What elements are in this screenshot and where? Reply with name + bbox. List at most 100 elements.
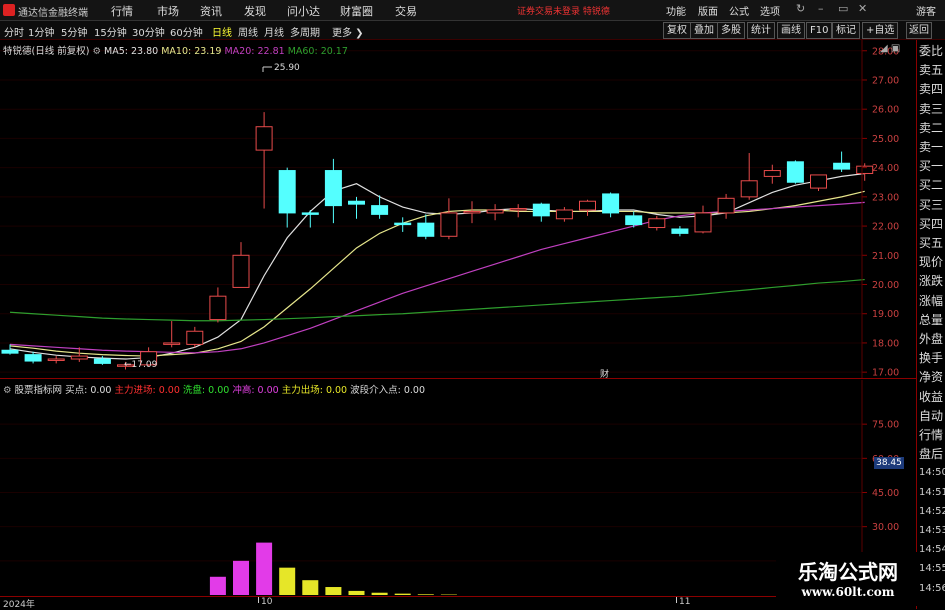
draw-line-button[interactable]: 画线	[777, 22, 805, 39]
side-panel-label[interactable]: 总量	[919, 313, 943, 327]
candle[interactable]	[325, 159, 341, 223]
candle[interactable]	[741, 153, 757, 200]
side-panel-label[interactable]: 14:53	[919, 524, 945, 538]
period-timeshare[interactable]: 分时	[4, 24, 24, 39]
minimize-icon[interactable]: –	[818, 2, 824, 15]
side-panel-label[interactable]: 14:51	[919, 486, 945, 500]
candle[interactable]	[787, 160, 803, 183]
restore-icon[interactable]: ▭	[838, 2, 848, 15]
candle[interactable]	[487, 204, 503, 220]
add-watchlist-button[interactable]: +自选	[862, 22, 898, 39]
price-chart[interactable]: 28.0027.0026.0025.0024.0023.0022.0021.00…	[0, 40, 916, 378]
menu-discover[interactable]: 发现	[244, 3, 266, 19]
side-panel-label[interactable]: 卖四	[919, 82, 943, 96]
indicator-settings-icon[interactable]: ⚙	[3, 385, 15, 396]
candle[interactable]	[187, 327, 203, 347]
side-panel-label[interactable]: 14:50	[919, 466, 945, 480]
expand-icon[interactable]: ▣	[891, 43, 900, 54]
side-panel-label[interactable]: 收益	[919, 390, 943, 404]
candle[interactable]	[256, 112, 272, 208]
period-multi[interactable]: 多周期	[290, 24, 320, 39]
candle[interactable]	[672, 226, 688, 236]
side-panel-label[interactable]: 委比	[919, 44, 943, 58]
side-panel-label[interactable]: 卖一	[919, 140, 943, 154]
period-monthly[interactable]: 月线	[264, 24, 284, 39]
candle[interactable]	[556, 207, 572, 222]
candle[interactable]	[834, 152, 850, 172]
period-60min[interactable]: 60分钟	[170, 24, 203, 39]
period-5min[interactable]: 5分钟	[61, 24, 87, 39]
ma60-label: MA60: 20.17	[288, 46, 348, 57]
mark-button[interactable]: 标记	[832, 22, 860, 39]
menu-options[interactable]: 选项	[760, 3, 780, 18]
stats-button[interactable]: 统计	[747, 22, 775, 39]
side-panel-label[interactable]: 外盘	[919, 332, 943, 346]
side-panel-label[interactable]: 盘后	[919, 447, 943, 461]
collapse-icon[interactable]: ◢	[880, 43, 888, 54]
menu-trade[interactable]: 交易	[395, 3, 417, 19]
side-panel-label[interactable]: 自动	[919, 409, 943, 423]
candle[interactable]	[603, 192, 619, 217]
back-button[interactable]: 返回	[906, 22, 932, 39]
adjust-button[interactable]: 复权	[663, 22, 691, 39]
candle[interactable]	[649, 216, 665, 231]
multi-stock-button[interactable]: 多股	[717, 22, 745, 39]
candle[interactable]	[441, 198, 457, 239]
candle[interactable]	[718, 194, 734, 219]
refresh-icon[interactable]: ↻	[796, 2, 805, 15]
candle[interactable]	[210, 287, 226, 322]
side-panel-label[interactable]: 14:54	[919, 543, 945, 557]
settings-gear-icon[interactable]: ⚙	[92, 46, 104, 57]
side-panel-label[interactable]: 现价	[919, 255, 943, 269]
side-panel-label[interactable]: 涨跌	[919, 274, 943, 288]
side-panel-label[interactable]: 净资	[919, 370, 943, 384]
side-panel-label[interactable]: 卖三	[919, 102, 943, 116]
menu-function[interactable]: 功能	[666, 3, 686, 18]
menu-layout[interactable]: 版面	[698, 3, 718, 18]
candle[interactable]	[349, 197, 365, 219]
candle[interactable]	[580, 200, 596, 216]
candle[interactable]	[233, 242, 249, 287]
side-panel-label[interactable]: 买一	[919, 159, 943, 173]
side-panel-label[interactable]: 涨幅	[919, 294, 943, 308]
menu-market[interactable]: 市场	[157, 3, 179, 19]
menu-formula[interactable]: 公式	[729, 3, 749, 18]
side-panel-label[interactable]: 卖二	[919, 121, 943, 135]
candle[interactable]	[302, 210, 318, 228]
period-more[interactable]: 更多 ❯	[332, 24, 364, 39]
candle[interactable]	[279, 168, 295, 228]
side-panel-label[interactable]: 换手	[919, 351, 943, 365]
period-daily[interactable]: 日线	[212, 24, 232, 39]
side-panel-label[interactable]: 买三	[919, 198, 943, 212]
side-panel-label[interactable]: 买五	[919, 236, 943, 250]
period-weekly[interactable]: 周线	[238, 24, 258, 39]
menu-xiaoda[interactable]: 问小达	[287, 3, 320, 19]
side-panel-label[interactable]: 买四	[919, 217, 943, 231]
period-30min[interactable]: 30分钟	[132, 24, 165, 39]
candle[interactable]	[533, 203, 549, 222]
menu-news[interactable]: 资讯	[200, 3, 222, 19]
candle[interactable]	[48, 356, 64, 363]
period-1min[interactable]: 1分钟	[28, 24, 54, 39]
f10-button[interactable]: F10	[806, 22, 832, 39]
menu-wealth[interactable]: 财富圈	[340, 3, 373, 19]
overlay-button[interactable]: 叠加	[690, 22, 718, 39]
side-panel-label[interactable]: 买二	[919, 178, 943, 192]
candle[interactable]	[857, 163, 873, 181]
side-panel-label[interactable]: 14:55	[919, 562, 945, 576]
guest-label[interactable]: 游客	[916, 3, 936, 18]
side-panel-label[interactable]: 行情	[919, 428, 943, 442]
candle[interactable]	[811, 175, 827, 191]
candle[interactable]	[395, 217, 411, 232]
side-panel-label[interactable]: 14:56	[919, 582, 945, 596]
side-panel-label[interactable]: 14:52	[919, 505, 945, 519]
close-icon[interactable]: ✕	[858, 2, 867, 15]
candle[interactable]	[695, 206, 711, 234]
period-15min[interactable]: 15分钟	[94, 24, 127, 39]
menu-quotes[interactable]: 行情	[111, 3, 133, 19]
login-notice[interactable]: 证券交易未登录 特锐德	[517, 4, 610, 17]
candle[interactable]	[164, 321, 180, 347]
financial-report-marker[interactable]: 财	[600, 368, 609, 378]
candle[interactable]	[464, 201, 480, 223]
side-panel-label[interactable]: 卖五	[919, 63, 943, 77]
